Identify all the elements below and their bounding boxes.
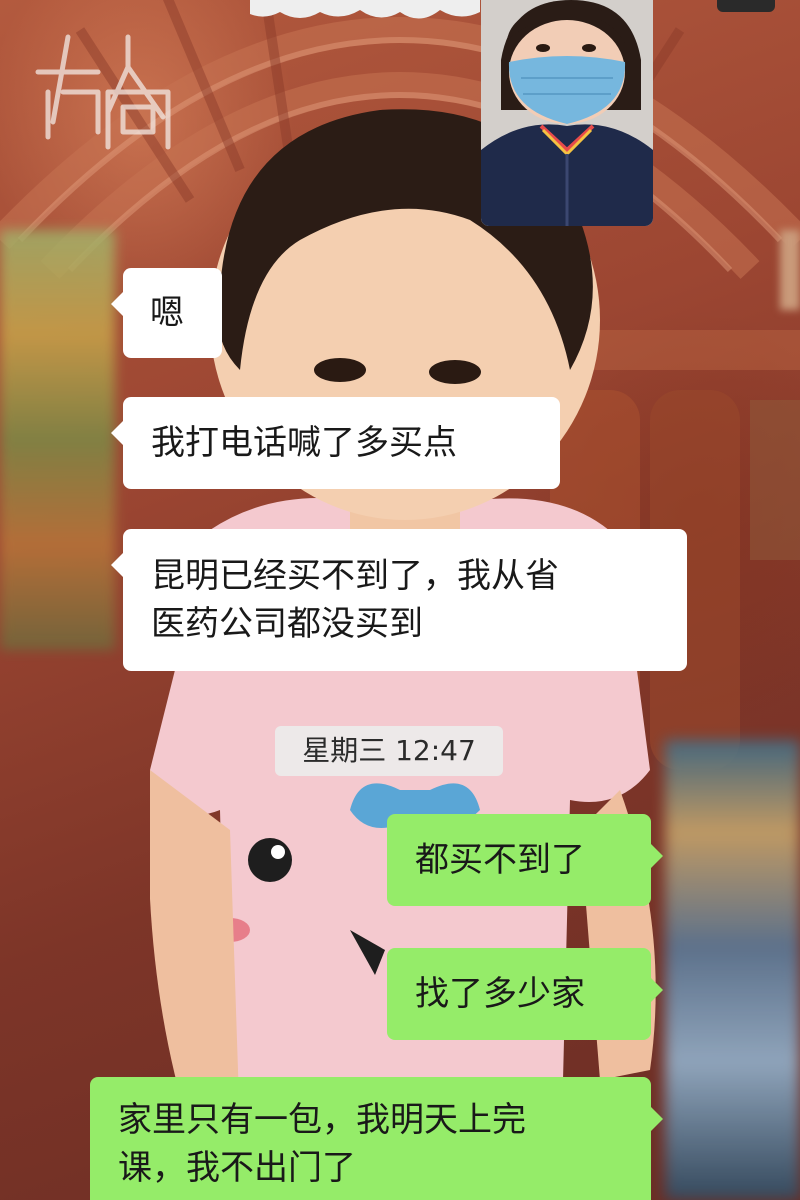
message-incoming[interactable]: 昆明已经买不到了，我从省 医药公司都没买到	[111, 529, 687, 671]
watermark-logo	[35, 34, 171, 150]
message-incoming[interactable]: 我打电话喊了多买点	[111, 397, 560, 489]
blurred-region-right	[665, 740, 800, 1200]
video-thumbnail[interactable]	[481, 0, 653, 226]
torn-paper-edge	[250, 0, 480, 19]
message-outgoing[interactable]: 家里只有一包，我明天上完 课，我不出门了	[90, 1077, 663, 1200]
status-chip	[717, 0, 775, 12]
photo-child-masked	[481, 0, 653, 226]
blurred-region-left	[0, 230, 115, 650]
blurred-region-top-right	[780, 230, 800, 310]
chat-screenshot: 嗯 我打电话喊了多买点 昆明已经买不到了，我从省 医药公司都没买到 星期三 12…	[0, 0, 800, 1200]
message-timestamp: 星期三 12:47	[275, 726, 503, 776]
message-incoming[interactable]: 嗯	[111, 268, 222, 358]
message-outgoing[interactable]: 找了多少家	[387, 948, 663, 1040]
message-outgoing[interactable]: 都买不到了	[387, 814, 663, 906]
